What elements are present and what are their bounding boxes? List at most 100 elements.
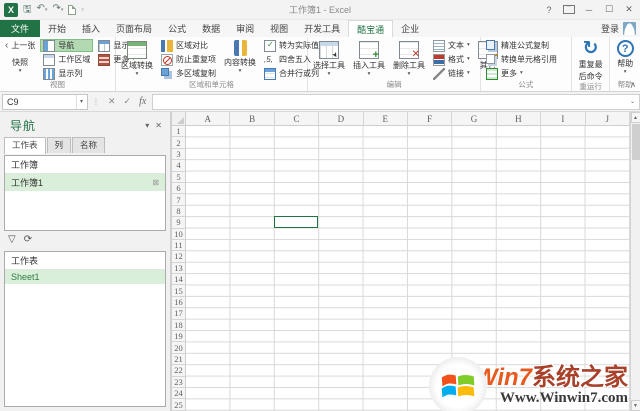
collapse-ribbon-icon[interactable]: ∧ [630, 80, 636, 89]
row-header-15[interactable]: 15 [172, 285, 186, 297]
tab-data[interactable]: 数据 [194, 20, 228, 37]
show-columns-button[interactable]: 显示列 [40, 67, 93, 80]
scroll-down-icon[interactable]: ▼ [630, 400, 640, 411]
workbook-window-icon[interactable]: ⊠ [152, 178, 159, 187]
workbook-list-item[interactable]: 工作簿1 ⊠ [5, 174, 165, 191]
ribbon-display-options-button[interactable] [560, 2, 578, 18]
row-header-20[interactable]: 20 [172, 342, 186, 354]
sheet-list-item[interactable]: Sheet1 [5, 270, 165, 284]
vertical-scrollbar[interactable]: ▲ ▼ [630, 112, 640, 411]
filter-icon[interactable]: ▽ [8, 235, 16, 245]
row-header-3[interactable]: 3 [172, 148, 186, 161]
row-header-24[interactable]: 24 [172, 387, 186, 400]
column-header-G[interactable]: G [452, 112, 497, 126]
row-header-9[interactable]: 9 [172, 217, 186, 229]
navigation-button[interactable]: 导航 [40, 39, 94, 52]
scrollbar-thumb[interactable] [631, 124, 640, 160]
sign-in[interactable]: 登录 [601, 20, 640, 37]
tab-page-layout[interactable]: 页面布局 [108, 20, 160, 37]
row-header-1[interactable]: 1 [172, 126, 186, 138]
tab-formulas[interactable]: 公式 [160, 20, 194, 37]
tab-developer[interactable]: 开发工具 [296, 20, 348, 37]
tab-view[interactable]: 视图 [262, 20, 296, 37]
tab-insert[interactable]: 插入 [74, 20, 108, 37]
column-header-C[interactable]: C [274, 112, 320, 126]
insert-function-icon[interactable]: fx [135, 96, 150, 107]
column-header-A[interactable]: A [186, 112, 231, 126]
workbook-list: 工作簿 工作簿1 ⊠ [4, 155, 166, 231]
previous-button[interactable]: ‹ 上一张 [2, 39, 38, 52]
name-box-dropdown-icon[interactable]: ▾ [75, 94, 83, 109]
range-convert-button[interactable]: 区域转换 ▾ [118, 39, 156, 77]
column-header-H[interactable]: H [496, 112, 542, 126]
scroll-up-icon[interactable]: ▲ [630, 112, 640, 123]
cells-area[interactable] [186, 126, 630, 411]
refresh-icon[interactable]: ⟳ [24, 235, 32, 245]
multi-range-copy-button[interactable]: 多区域复制 [158, 67, 219, 80]
pane-tab-names[interactable]: 名称 [72, 137, 106, 153]
tab-file[interactable]: 文件 [0, 20, 41, 37]
column-header-I[interactable]: I [541, 112, 586, 126]
content-convert-button[interactable]: 内容转换 ▾ [221, 39, 259, 74]
pane-close-icon[interactable]: ✕ [155, 121, 162, 130]
row-header-10[interactable]: 10 [172, 228, 186, 240]
column-header-E[interactable]: E [363, 112, 408, 126]
column-header-B[interactable]: B [230, 112, 275, 126]
help-icon[interactable]: ? [540, 2, 558, 18]
tab-home[interactable]: 开始 [40, 20, 74, 37]
row-header-19[interactable]: 19 [172, 331, 186, 343]
select-tools-button[interactable]: 选择工具 ▾ [310, 39, 348, 77]
prevent-duplicate-button[interactable]: 防止重复项 [158, 53, 219, 66]
snapshot-button[interactable]: 快照 ▾ [2, 56, 38, 74]
exact-formula-copy-button[interactable]: 精准公式复制 [483, 39, 560, 52]
row-header-4[interactable]: 4 [172, 160, 186, 172]
row-header-25[interactable]: 25 [172, 399, 186, 411]
row-header-13[interactable]: 13 [172, 262, 186, 275]
insert-tools-button[interactable]: 插入工具 ▾ [350, 39, 388, 77]
text-tools-button[interactable]: 文本 ▾ [430, 39, 473, 52]
cancel-icon[interactable]: ✕ [104, 96, 120, 107]
close-button[interactable]: ✕ [620, 2, 638, 18]
formula-input[interactable] [152, 93, 626, 110]
pane-tab-columns[interactable]: 列 [46, 137, 72, 153]
row-header-11[interactable]: 11 [172, 239, 186, 252]
pane-options-dropdown-icon[interactable]: ▾ [145, 121, 149, 130]
row-header-23[interactable]: 23 [172, 376, 186, 388]
format-tools-button[interactable]: 格式 ▾ [430, 53, 473, 66]
row-header-7[interactable]: 7 [172, 194, 186, 206]
name-box[interactable]: C9 ▾ [2, 93, 88, 110]
help-button[interactable]: ? 帮助 ▾ [614, 39, 637, 75]
tab-enterprise[interactable]: 企业 [393, 20, 427, 37]
active-cell-outline[interactable] [273, 216, 319, 228]
pane-tab-worksheets[interactable]: 工作表 [4, 137, 46, 154]
maximize-button[interactable]: ☐ [600, 2, 618, 18]
row-header-17[interactable]: 17 [172, 308, 186, 320]
tab-review[interactable]: 审阅 [228, 20, 262, 37]
formula-bar-expand-icon[interactable]: ⌄ [626, 93, 640, 110]
work-area-button[interactable]: 工作区域 [40, 53, 93, 66]
minimize-button[interactable]: ─ [580, 2, 598, 18]
row-header-8[interactable]: 8 [172, 205, 186, 218]
column-header-D[interactable]: D [319, 112, 364, 126]
row-header-22[interactable]: 22 [172, 365, 186, 377]
formula-more-button[interactable]: 更多 ▾ [483, 67, 560, 80]
formula-bar-handle-icon[interactable]: ⋮ [88, 97, 104, 106]
enter-icon[interactable]: ✓ [120, 96, 136, 107]
link-tools-button[interactable]: 链接 ▾ [430, 67, 473, 80]
column-header-J[interactable]: J [585, 112, 630, 126]
column-header-F[interactable]: F [407, 112, 453, 126]
row-header-6[interactable]: 6 [172, 182, 186, 195]
tab-kutools[interactable]: 酷宝通 [348, 20, 394, 37]
range-compare-button[interactable]: 区域对比 [158, 39, 219, 52]
row-header-18[interactable]: 18 [172, 319, 186, 332]
row-header-14[interactable]: 14 [172, 274, 186, 286]
row-header-12[interactable]: 12 [172, 251, 186, 263]
row-header-2[interactable]: 2 [172, 137, 186, 149]
delete-tools-button[interactable]: 删除工具 ▾ [390, 39, 428, 77]
row-header-5[interactable]: 5 [172, 171, 186, 183]
convert-refs-button[interactable]: 转换单元格引用 [483, 53, 560, 66]
row-header-21[interactable]: 21 [172, 353, 186, 366]
row-header-16[interactable]: 16 [172, 296, 186, 309]
repeat-last-command-button[interactable]: ↻ 重复最 后命令 [576, 39, 606, 82]
select-all-corner[interactable] [172, 112, 186, 126]
